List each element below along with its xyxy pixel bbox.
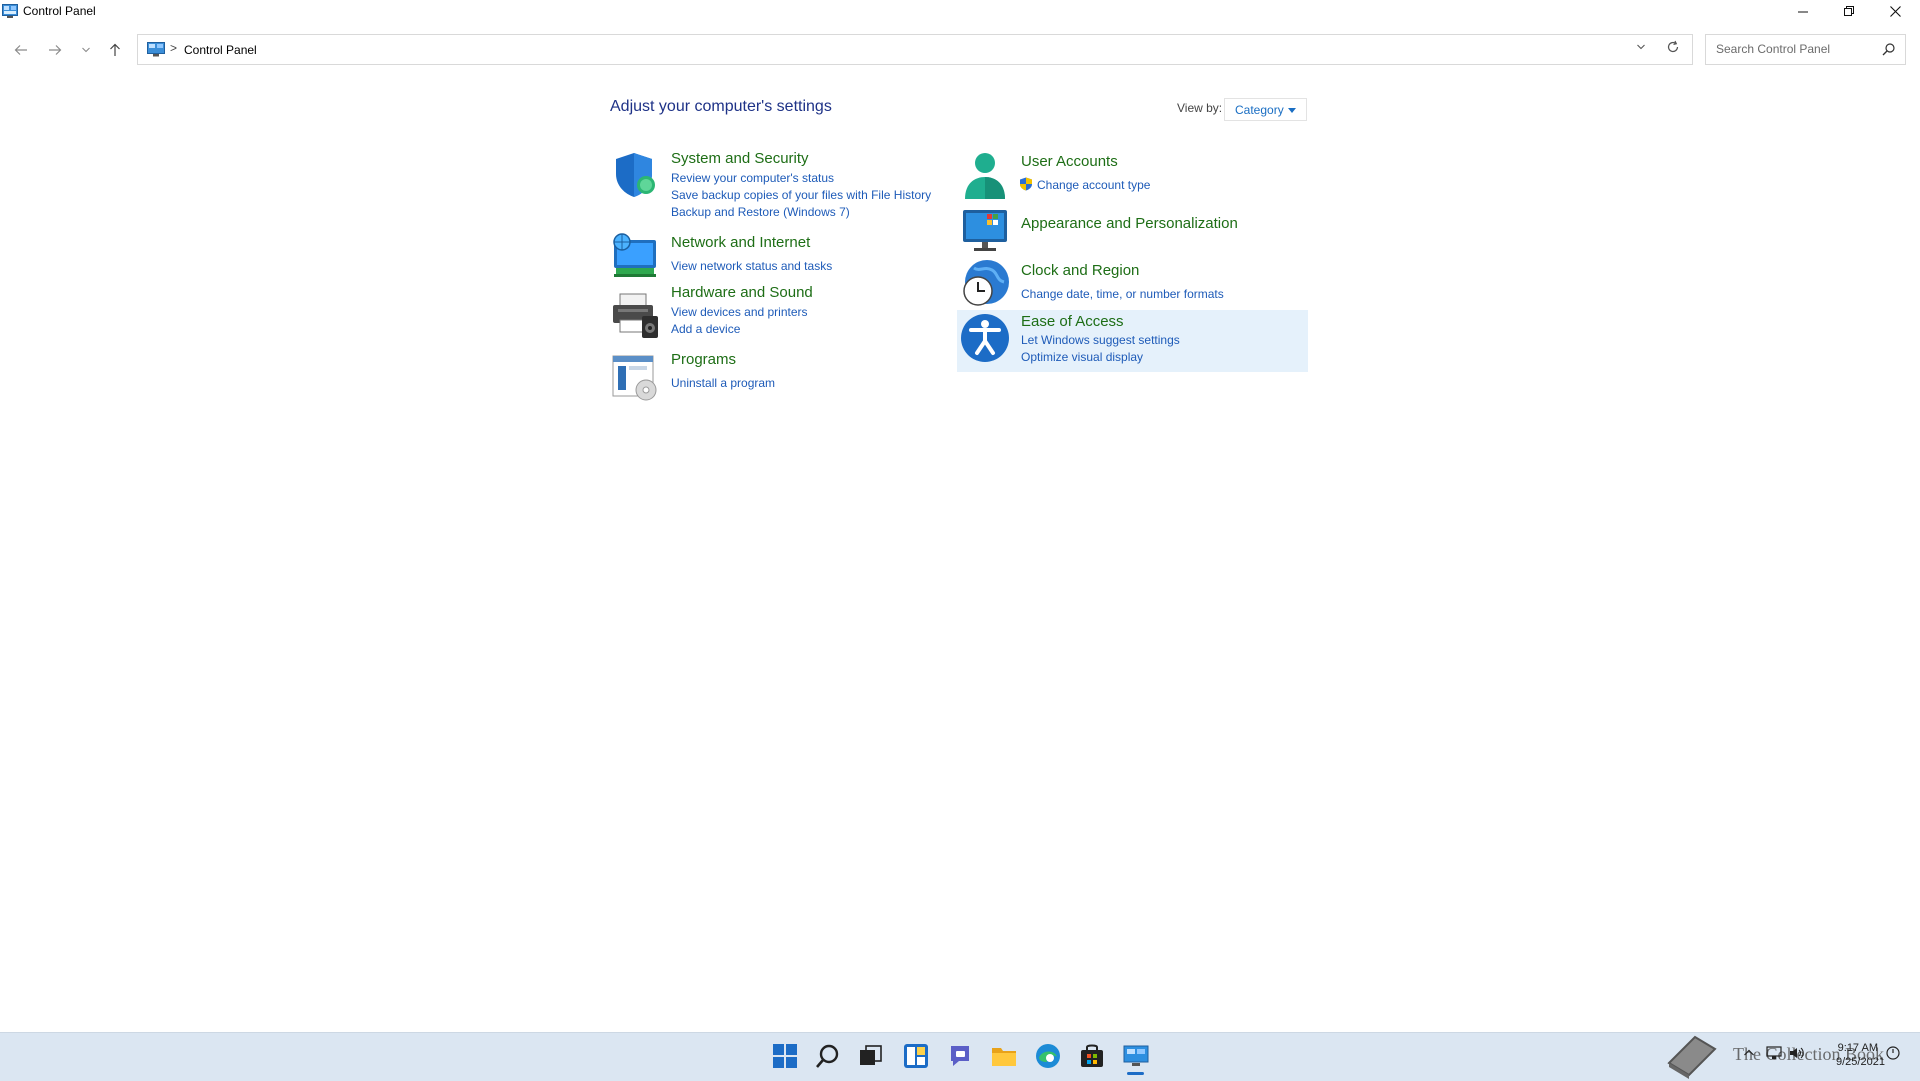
show-hidden-icons-button[interactable]	[1743, 1046, 1755, 1061]
file-explorer-icon[interactable]	[991, 1043, 1017, 1069]
category-appearance-and-personalization[interactable]: Appearance and Personalization	[1021, 215, 1238, 232]
view-by-label: View by:	[1177, 101, 1223, 115]
accessibility-icon[interactable]	[960, 313, 1010, 363]
breadcrumb-separator[interactable]: >	[170, 41, 177, 55]
up-arrow-icon	[110, 43, 120, 56]
link-network-status[interactable]: View network status and tasks	[671, 259, 832, 273]
restore-icon	[1843, 5, 1854, 16]
programs-icon[interactable]	[610, 352, 660, 402]
search-icon[interactable]	[815, 1043, 841, 1069]
notification-button[interactable]	[1886, 1046, 1900, 1063]
category-system-and-security[interactable]: System and Security	[671, 150, 809, 167]
refresh-icon	[1667, 40, 1679, 53]
address-bar[interactable]: > Control Panel	[137, 34, 1693, 65]
page-title: Adjust your computer's settings	[610, 98, 832, 115]
control-panel-icon	[2, 4, 18, 18]
link-backup-restore[interactable]: Backup and Restore (Windows 7)	[671, 205, 850, 219]
network-globe-icon[interactable]	[610, 230, 660, 280]
start-icon[interactable]	[772, 1043, 798, 1069]
uac-shield-icon	[1020, 177, 1032, 191]
clock-time: 9:17 AM	[1837, 1042, 1878, 1054]
network-tray-button[interactable]	[1766, 1046, 1782, 1063]
link-change-account-type[interactable]: Change account type	[1037, 178, 1150, 192]
store-icon[interactable]	[1079, 1043, 1105, 1069]
chevron-down-icon	[1637, 44, 1645, 50]
search-input[interactable]	[1714, 41, 1878, 57]
search-icon[interactable]	[1882, 42, 1896, 56]
clock-date: 9/25/2021	[1836, 1056, 1885, 1068]
printer-speaker-icon[interactable]	[610, 290, 660, 340]
back-button[interactable]	[10, 39, 32, 61]
book-watermark-icon	[1667, 1035, 1717, 1079]
minimize-button[interactable]	[1780, 0, 1826, 22]
link-windows-suggest-settings[interactable]: Let Windows suggest settings	[1021, 333, 1180, 347]
chevron-up-icon	[1744, 1049, 1754, 1056]
link-optimize-visual-display[interactable]: Optimize visual display	[1021, 350, 1143, 364]
shield-icon[interactable]	[610, 150, 660, 200]
clock-globe-icon[interactable]	[960, 258, 1010, 308]
link-change-date-time[interactable]: Change date, time, or number formats	[1021, 287, 1224, 301]
category-network-and-internet[interactable]: Network and Internet	[671, 234, 810, 251]
active-app-indicator	[1127, 1072, 1144, 1075]
control-panel-icon	[147, 42, 165, 57]
title-bar: Control Panel	[0, 0, 1920, 24]
refresh-button[interactable]	[1666, 40, 1680, 58]
category-ease-of-access[interactable]: Ease of Access	[1021, 313, 1124, 330]
up-button[interactable]	[104, 39, 126, 61]
forward-button[interactable]	[44, 39, 66, 61]
link-uninstall-program[interactable]: Uninstall a program	[671, 376, 775, 390]
back-arrow-icon	[14, 45, 27, 55]
monitor-icon[interactable]	[960, 205, 1010, 255]
category-user-accounts[interactable]: User Accounts	[1021, 153, 1118, 170]
restore-button[interactable]	[1826, 0, 1872, 22]
network-icon	[1766, 1046, 1782, 1059]
edge-icon[interactable]	[1035, 1043, 1061, 1069]
category-clock-and-region[interactable]: Clock and Region	[1021, 262, 1139, 279]
task-view-icon[interactable]	[857, 1043, 883, 1069]
link-add-device[interactable]: Add a device	[671, 322, 740, 336]
volume-icon	[1790, 1047, 1804, 1059]
window-title: Control Panel	[23, 4, 96, 18]
system-clock[interactable]: 9:17 AM 9/25/2021	[1836, 1041, 1885, 1069]
breadcrumb[interactable]: Control Panel	[184, 43, 257, 57]
notification-icon	[1886, 1046, 1900, 1060]
user-icon[interactable]	[960, 151, 1010, 201]
caret-down-icon	[1288, 108, 1296, 113]
link-review-status[interactable]: Review your computer's status	[671, 171, 834, 185]
view-by-select[interactable]: Category	[1224, 98, 1307, 121]
recent-locations-button[interactable]	[75, 39, 97, 61]
link-file-history[interactable]: Save backup copies of your files with Fi…	[671, 188, 931, 202]
minimize-icon	[1797, 11, 1808, 12]
link-devices-printers[interactable]: View devices and printers	[671, 305, 808, 319]
address-dropdown[interactable]	[1636, 42, 1646, 54]
volume-tray-button[interactable]	[1789, 1046, 1805, 1063]
view-by-value: Category	[1235, 103, 1284, 117]
control-panel-icon[interactable]	[1123, 1043, 1149, 1069]
chevron-down-icon	[82, 47, 90, 53]
category-programs[interactable]: Programs	[671, 351, 736, 368]
category-hardware-and-sound[interactable]: Hardware and Sound	[671, 284, 813, 301]
search-box[interactable]	[1705, 34, 1906, 65]
close-button[interactable]	[1872, 0, 1918, 22]
widgets-icon[interactable]	[903, 1043, 929, 1069]
chat-icon[interactable]	[947, 1043, 973, 1069]
forward-arrow-icon	[49, 45, 62, 55]
close-icon	[1889, 5, 1901, 17]
